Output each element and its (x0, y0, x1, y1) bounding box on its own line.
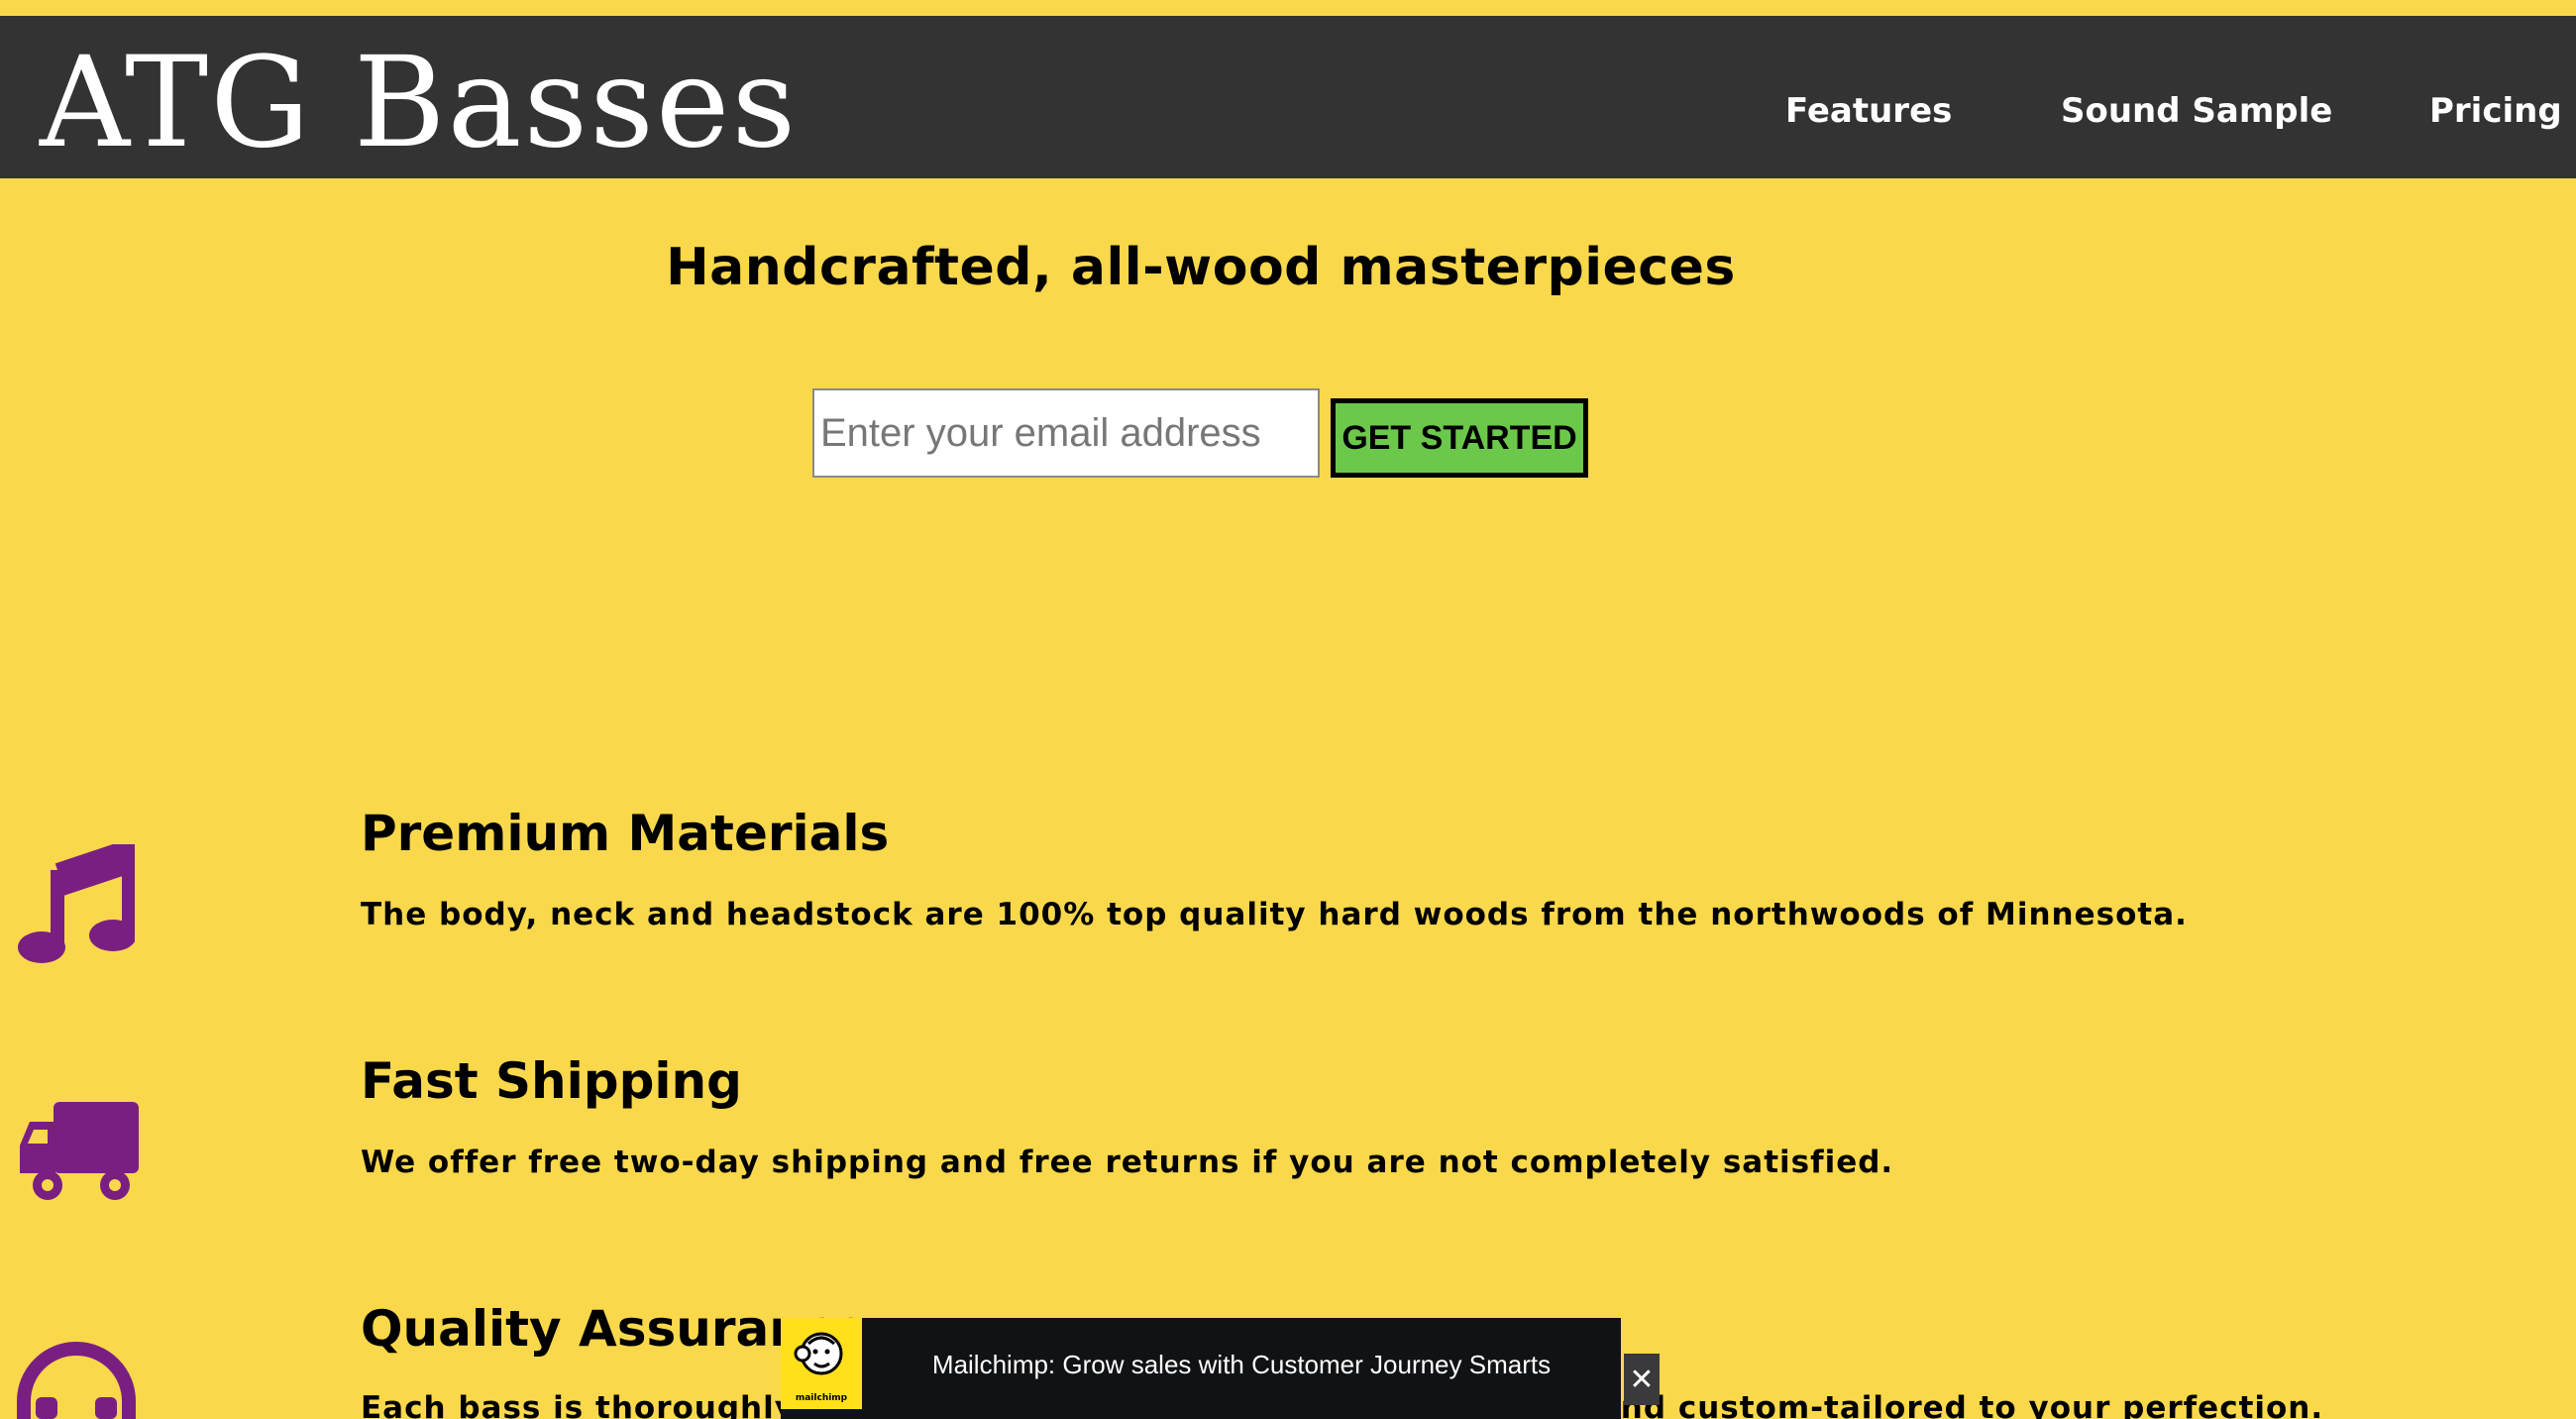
truck-icon (16, 1100, 141, 1203)
top-navbar: ATG Basses Features Sound Sample Pricing (0, 16, 2576, 178)
feature-title: Premium Materials (361, 805, 890, 862)
ad-banner[interactable]: mailchimp Mailchimp: Grow sales with Cus… (781, 1318, 1621, 1419)
headphones-icon (14, 1340, 139, 1419)
get-started-button[interactable]: GET STARTED (1331, 398, 1588, 478)
ad-text: Mailchimp: Grow sales with Customer Jour… (931, 1350, 1552, 1379)
mailchimp-logo: mailchimp (781, 1318, 862, 1409)
feature-description: We offer free two-day shipping and free … (361, 1145, 1894, 1180)
nav-link-pricing[interactable]: Pricing (2429, 91, 2562, 131)
feature-description: The body, neck and headstock are 100% to… (361, 897, 2188, 932)
hero-title: Handcrafted, all-wood masterpieces (666, 238, 1736, 297)
mailchimp-monkey-icon (794, 1332, 843, 1375)
nav-link-features[interactable]: Features (1785, 91, 1952, 131)
ad-close-button[interactable]: ✕ (1624, 1354, 1660, 1405)
music-note-icon (18, 844, 135, 965)
feature-title: Fast Shipping (361, 1052, 742, 1110)
ad-logo-label: mailchimp (795, 1393, 848, 1403)
email-input[interactable] (812, 388, 1320, 478)
nav-link-sound-sample[interactable]: Sound Sample (2061, 91, 2332, 131)
landing-page: c ATG Basses Features Sound Sample Prici… (0, 0, 2576, 1419)
site-logo: ATG Basses (40, 30, 799, 175)
